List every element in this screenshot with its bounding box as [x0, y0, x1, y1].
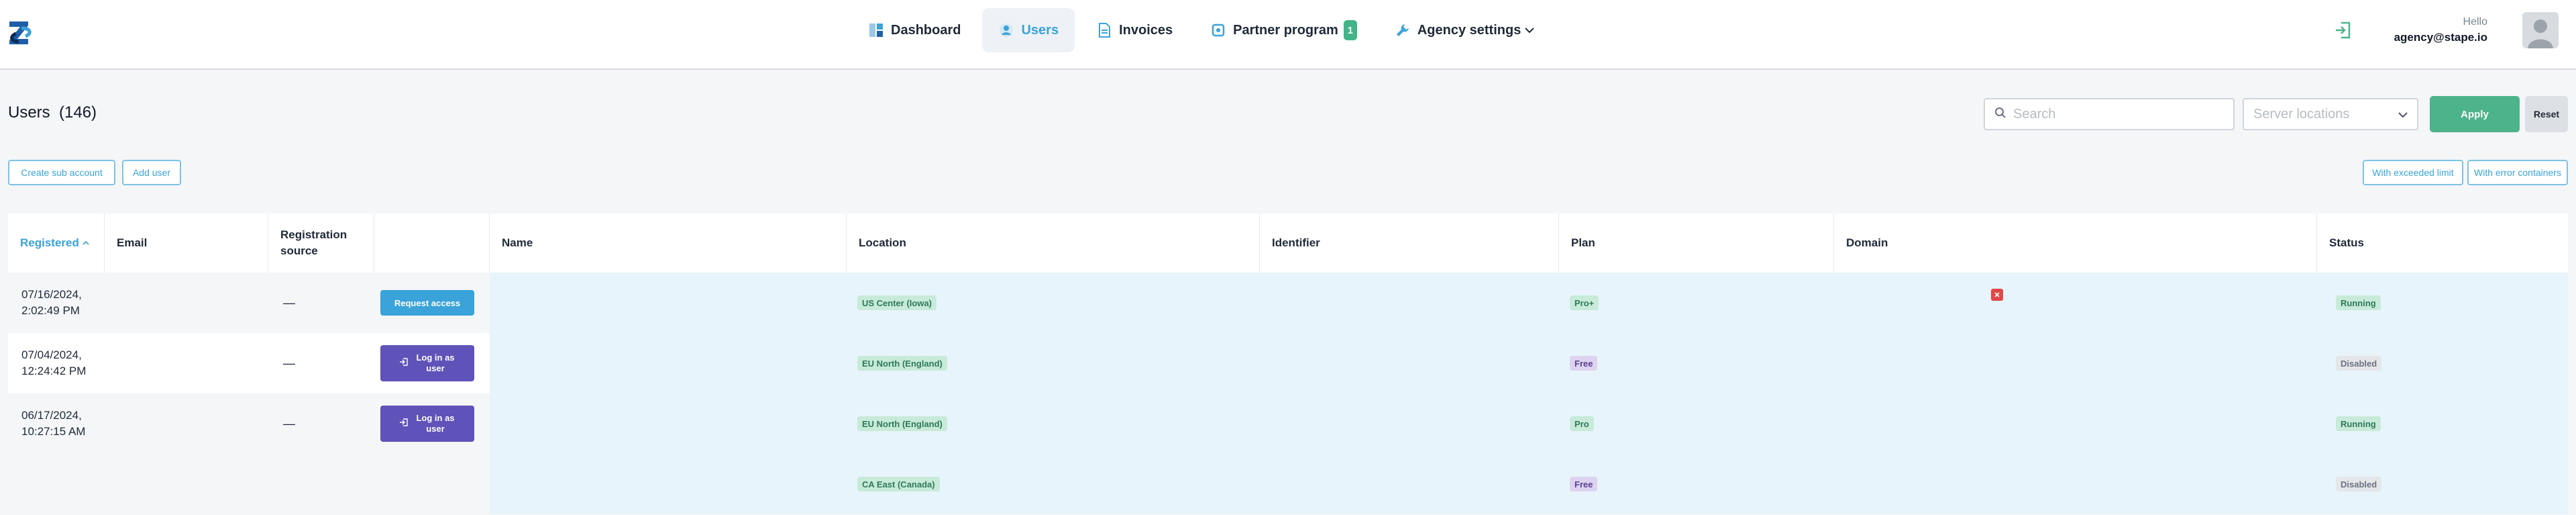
users-icon: [998, 22, 1014, 38]
column-status-label: Status: [2329, 236, 2364, 249]
row-scroll-cells: EU North (England) Pro Running: [490, 393, 2568, 454]
status-badge: Running: [2336, 416, 2381, 431]
main-nav: Dashboard Users Invoices Partner program…: [852, 8, 1550, 52]
column-location-label: Location: [859, 236, 906, 249]
status-badge: Disabled: [2336, 477, 2382, 491]
chevron-down-icon: [1525, 25, 1535, 36]
column-plan[interactable]: Plan: [1559, 214, 1834, 273]
status-badge: Disabled: [2336, 356, 2382, 371]
location-badge: EU North (England): [857, 356, 947, 371]
table-row[interactable]: CA East (Canada) Free Disabled: [8, 454, 2568, 514]
column-name-label: Name: [502, 236, 533, 249]
column-identifier-label: Identifier: [1272, 236, 1320, 249]
plan-badge: Free: [1570, 477, 1598, 491]
nav-dashboard-label: Dashboard: [891, 22, 961, 38]
chevron-down-icon: [2398, 107, 2408, 122]
user-email: agency@stape.io: [2394, 31, 2487, 44]
plan-badge: Free: [1570, 356, 1598, 371]
column-email[interactable]: Email: [105, 214, 268, 273]
partner-icon: [1210, 22, 1226, 38]
column-registration-source[interactable]: Registration source: [268, 214, 374, 273]
nav-invoices[interactable]: Invoices: [1080, 8, 1189, 52]
row-fixed-cells: 07/16/2024, 2:02:49 PM — Request access: [8, 273, 490, 333]
create-sub-account-button[interactable]: Create sub account: [8, 160, 115, 185]
column-registered-label: Registered: [20, 236, 79, 249]
logout-icon[interactable]: [2333, 20, 2353, 40]
server-locations-placeholder: Server locations: [2253, 106, 2350, 122]
column-plan-label: Plan: [1571, 236, 1595, 249]
column-name[interactable]: Name: [490, 214, 847, 273]
column-location[interactable]: Location: [847, 214, 1260, 273]
table-row[interactable]: 07/04/2024, 12:24:42 PM — Log in as user…: [8, 333, 2568, 393]
search-icon: [1994, 107, 2006, 122]
login-as-user-label: Log in as user: [416, 413, 455, 434]
with-exceeded-limit-button[interactable]: With exceeded limit: [2363, 160, 2463, 185]
registration-source: —: [283, 356, 295, 370]
row-fixed-cells: [8, 454, 490, 514]
nav-invoices-label: Invoices: [1119, 22, 1173, 38]
dashboard-icon: [868, 22, 884, 38]
apply-button[interactable]: Apply: [2430, 96, 2520, 132]
request-access-button[interactable]: Request access: [380, 290, 474, 316]
table-row[interactable]: 06/17/2024, 10:27:15 AM — Log in as user…: [8, 393, 2568, 454]
row-scroll-cells: US Center (Iowa) Pro+ Running: [490, 273, 2568, 333]
column-identifier[interactable]: Identifier: [1260, 214, 1559, 273]
column-source-label: Registration source: [280, 228, 347, 257]
column-registered[interactable]: Registered: [8, 214, 105, 273]
table-header: Registered Email Registration source Nam…: [8, 214, 2568, 273]
plan-badge: Pro: [1570, 416, 1594, 431]
nav-dashboard[interactable]: Dashboard: [852, 8, 977, 52]
login-icon: [399, 357, 409, 369]
with-error-containers-button[interactable]: With error containers: [2467, 160, 2568, 185]
column-domain[interactable]: Domain: [1834, 214, 2317, 273]
add-user-button[interactable]: Add user: [122, 160, 181, 185]
registered-date: 06/17/2024, 10:27:15 AM: [21, 409, 86, 438]
reset-button[interactable]: Reset: [2525, 96, 2568, 132]
column-status[interactable]: Status: [2317, 214, 2568, 273]
registered-date: 07/04/2024, 12:24:42 PM: [21, 348, 87, 377]
table-row[interactable]: 07/16/2024, 2:02:49 PM — Request access …: [8, 273, 2568, 333]
location-badge: CA East (Canada): [857, 477, 940, 491]
server-locations-select[interactable]: Server locations: [2243, 98, 2418, 130]
search-input[interactable]: [2013, 106, 2228, 122]
nav-agency-label: Agency settings: [1417, 22, 1521, 38]
user-greeting: Hello: [2463, 16, 2487, 28]
nav-agency-settings[interactable]: Agency settings: [1379, 8, 1550, 52]
location-badge: US Center (Iowa): [857, 295, 937, 310]
nav-users-label: Users: [1021, 22, 1059, 38]
column-actions: [374, 214, 490, 273]
sort-asc-icon: [82, 236, 90, 250]
top-header: Dashboard Users Invoices Partner program…: [0, 0, 2576, 70]
plan-badge: Pro+: [1570, 295, 1599, 310]
login-as-user-button[interactable]: Log in as user: [380, 406, 474, 442]
nav-partner-label: Partner program: [1233, 22, 1338, 38]
partner-count-badge: 1: [1343, 20, 1357, 40]
stape-logo-icon[interactable]: [8, 19, 34, 48]
wrench-icon: [1395, 22, 1411, 38]
location-badge: EU North (England): [857, 416, 947, 431]
users-table: Registered Email Registration source Nam…: [8, 214, 2568, 515]
column-domain-label: Domain: [1846, 236, 1888, 249]
status-badge: Running: [2336, 295, 2381, 310]
column-email-label: Email: [117, 236, 148, 249]
domain-error-icon[interactable]: [1991, 289, 2003, 301]
row-fixed-cells: 06/17/2024, 10:27:15 AM — Log in as user: [8, 393, 490, 454]
row-scroll-cells: CA East (Canada) Free Disabled: [490, 454, 2568, 514]
row-scroll-cells: EU North (England) Free Disabled: [490, 333, 2568, 393]
registration-source: —: [283, 295, 295, 310]
nav-users[interactable]: Users: [982, 8, 1075, 52]
nav-partner-program[interactable]: Partner program 1: [1194, 8, 1373, 52]
user-info: Hello agency@stape.io: [2394, 15, 2487, 46]
page-title: Users (146): [8, 103, 97, 122]
registered-date: 07/16/2024, 2:02:49 PM: [21, 288, 82, 317]
login-as-user-label: Log in as user: [416, 353, 455, 373]
login-icon: [399, 418, 409, 430]
row-fixed-cells: 07/04/2024, 12:24:42 PM — Log in as user: [8, 333, 490, 393]
avatar[interactable]: [2522, 12, 2559, 48]
login-as-user-button[interactable]: Log in as user: [380, 345, 474, 381]
invoice-icon: [1096, 22, 1112, 38]
registration-source: —: [283, 416, 295, 430]
search-field[interactable]: [1984, 98, 2235, 130]
